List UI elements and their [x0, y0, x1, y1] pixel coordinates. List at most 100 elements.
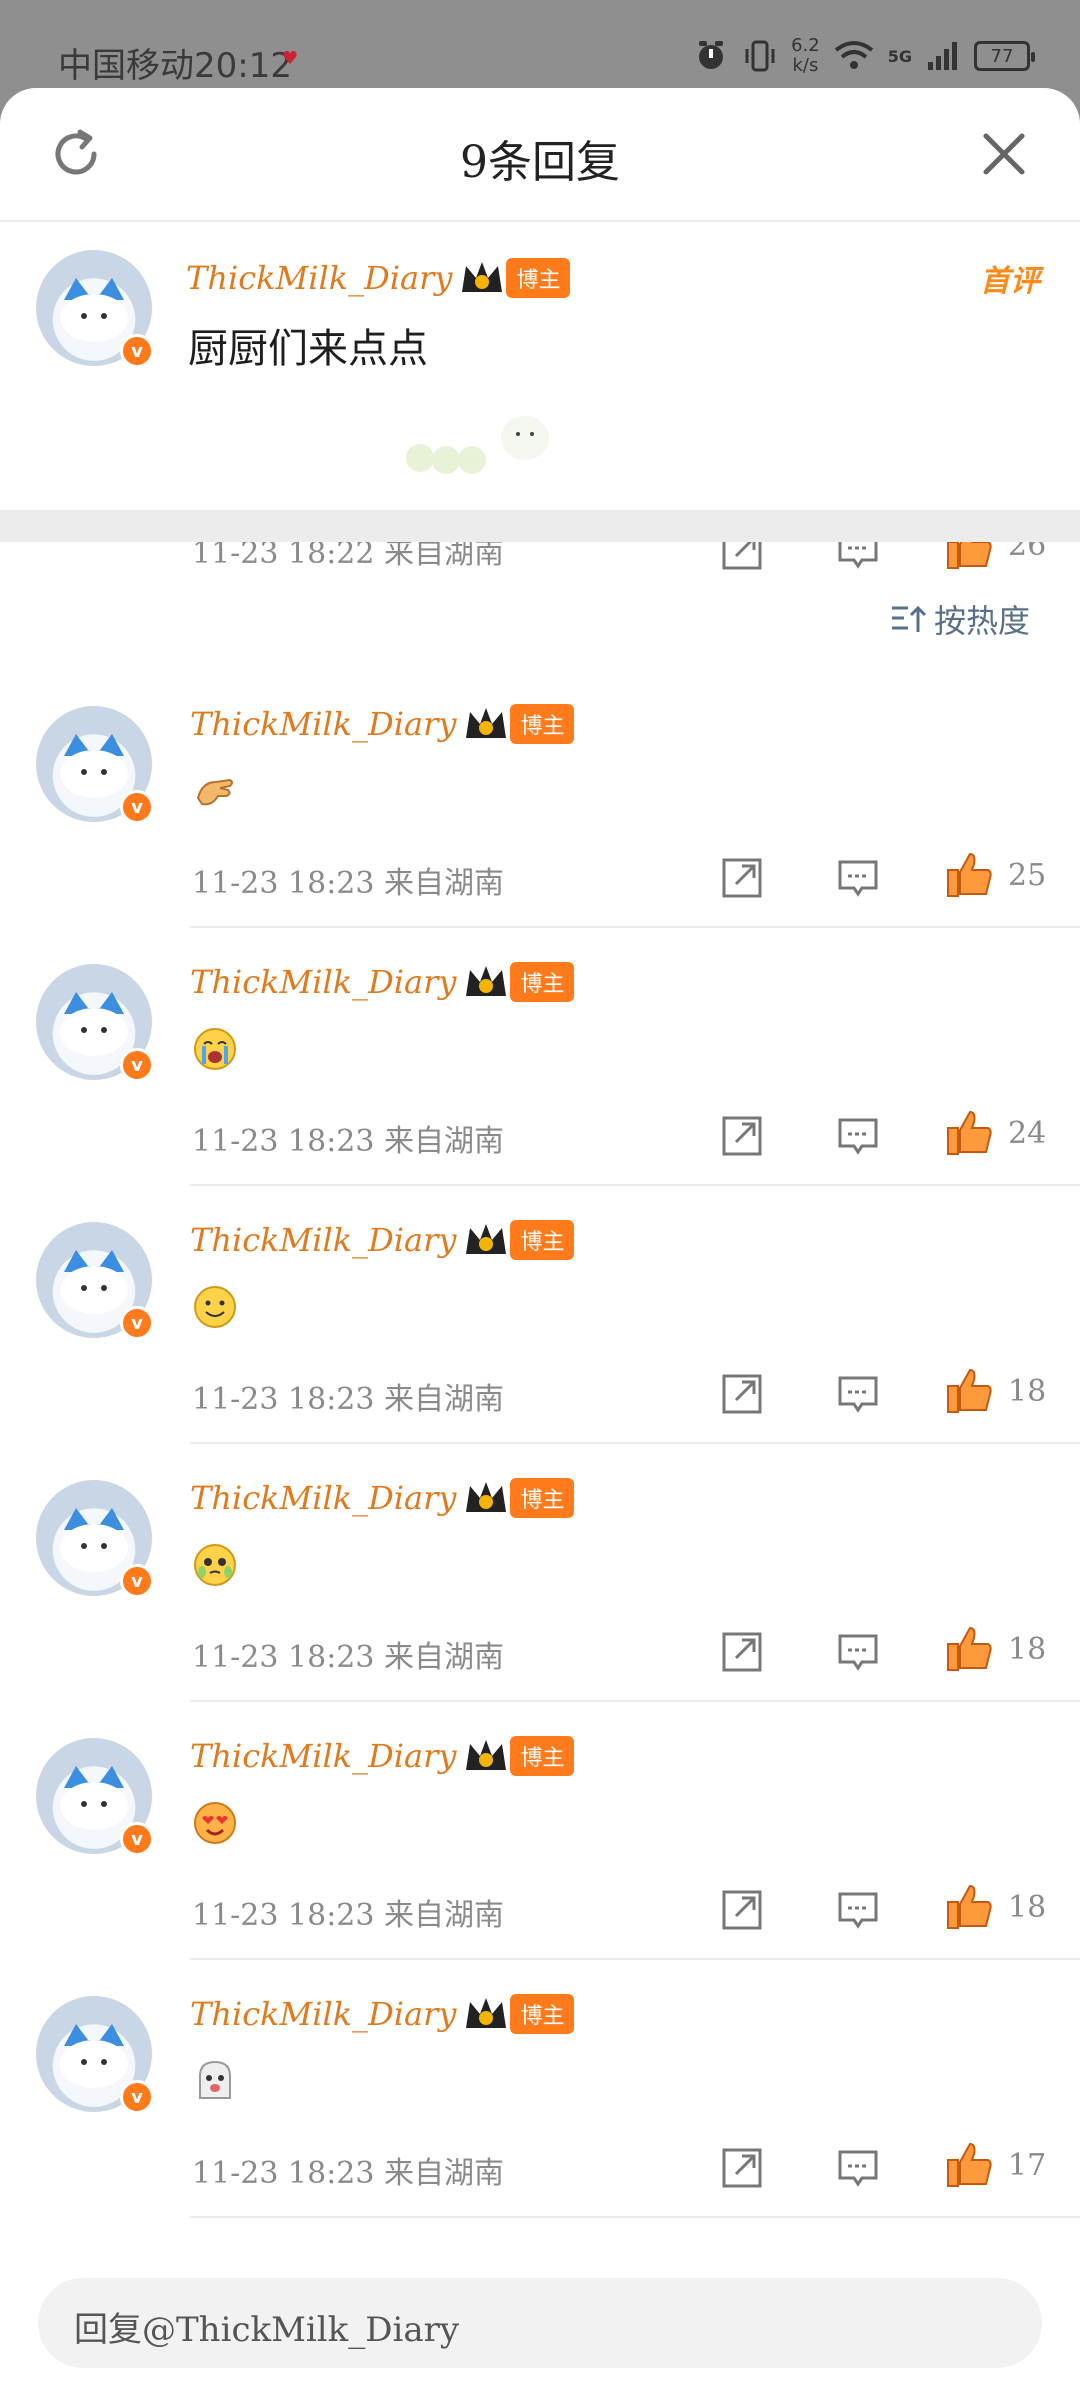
sort-button[interactable]: 按热度 [890, 596, 1030, 642]
sort-label: 按热度 [933, 602, 1030, 640]
avatar[interactable]: v [36, 1996, 154, 2114]
clapping-hand-emoji-icon [196, 778, 233, 806]
role-badge: 博主 [510, 1994, 575, 2034]
speed-value: 6.2 [791, 35, 820, 56]
row-divider [190, 2216, 1080, 2218]
network-speed: 6.2 k/s [791, 36, 820, 76]
username[interactable]: ThickMilk_Diary [190, 1221, 456, 1259]
comment-meta: 11-23 18:23 来自湖南 [192, 1898, 505, 1933]
crying-face-emoji-icon [194, 1028, 236, 1070]
share-icon[interactable] [720, 856, 764, 900]
like-icon[interactable] [944, 2140, 994, 2190]
verified-badge-icon: v [120, 1822, 154, 1856]
like-count: 25 [1008, 858, 1047, 893]
crown-icon [466, 1224, 507, 1254]
vibrate-icon [745, 40, 775, 72]
verified-badge-icon: v [120, 790, 154, 824]
like-count: 17 [1008, 2148, 1047, 2183]
row-divider [190, 926, 1080, 928]
avatar[interactable]: v [36, 250, 154, 368]
reply-input[interactable]: 回复@ThickMilk_Diary [38, 2278, 1042, 2368]
section-divider [0, 510, 1080, 542]
username[interactable]: ThickMilk_Diary [190, 705, 456, 743]
carrier-time: 中国移动20:12 [58, 46, 292, 86]
like-count: 18 [1008, 1374, 1047, 1409]
role-badge: 博主 [510, 704, 575, 744]
close-icon[interactable] [980, 130, 1028, 178]
comment-icon[interactable] [836, 1114, 880, 1158]
role-badge: 博主 [510, 1736, 575, 1776]
alarm-icon [699, 41, 724, 69]
author-row: ThickMilk_Diary 博主 [186, 258, 571, 298]
verified-badge-icon: v [120, 334, 154, 368]
share-icon[interactable] [720, 1372, 764, 1416]
role-badge: 博主 [510, 1220, 575, 1260]
avatar[interactable]: v [36, 964, 154, 1082]
username[interactable]: ThickMilk_Diary [186, 259, 452, 297]
avatar[interactable]: v [36, 706, 154, 824]
author-row: ThickMilk_Diary 博主 [190, 1478, 575, 1518]
heart-face-emoji-icon [194, 1802, 236, 1844]
crown-icon [466, 708, 507, 738]
crown-icon [466, 1740, 507, 1770]
teary-pleading-face-emoji-icon [194, 1544, 236, 1586]
comment-icon[interactable] [836, 2146, 880, 2190]
notification-icon: ♥ [282, 48, 299, 69]
share-icon[interactable] [720, 2146, 764, 2190]
share-icon[interactable] [720, 1888, 764, 1932]
replies-sheet: 9条回复 v ThickMilk_Diary 博主 首评 厨厨们来点点 11-2… [0, 88, 1080, 2388]
share-icon[interactable] [720, 1630, 764, 1674]
crown-icon [466, 966, 507, 996]
speed-unit: k/s [792, 55, 819, 76]
ghost-cat-emoji-icon [199, 2060, 231, 2099]
comment-icon[interactable] [836, 1888, 880, 1932]
sort-icon [891, 605, 926, 632]
sticker-decoration-icon [406, 416, 549, 474]
smiling-face-emoji-icon [194, 1286, 236, 1328]
reply-placeholder: 回复@ThickMilk_Diary [74, 2310, 460, 2350]
like-icon[interactable] [944, 1366, 994, 1416]
verified-badge-icon: v [120, 2080, 154, 2114]
like-icon[interactable] [944, 1882, 994, 1932]
username[interactable]: ThickMilk_Diary [190, 1995, 456, 2033]
network-type: 5G [887, 46, 912, 66]
row-divider [190, 1442, 1080, 1444]
username[interactable]: ThickMilk_Diary [190, 963, 456, 1001]
username[interactable]: ThickMilk_Diary [190, 1479, 456, 1517]
crown-icon [466, 1482, 507, 1512]
avatar[interactable]: v [36, 1738, 154, 1856]
like-icon[interactable] [944, 850, 994, 900]
row-divider [190, 1184, 1080, 1186]
comment-meta: 11-23 18:23 来自湖南 [192, 1640, 505, 1675]
author-row: ThickMilk_Diary 博主 [190, 1220, 575, 1260]
crown-icon [466, 1998, 507, 2028]
verified-badge-icon: v [120, 1306, 154, 1340]
avatar[interactable]: v [36, 1222, 154, 1340]
like-icon[interactable] [944, 1108, 994, 1158]
battery-level: 77 [990, 45, 1014, 67]
avatar[interactable]: v [36, 1480, 154, 1598]
role-badge: 博主 [506, 258, 571, 298]
author-row: ThickMilk_Diary 博主 [190, 1736, 575, 1776]
first-comment-badge: 首评 [980, 264, 1040, 299]
status-icons: 6.2 k/s 5G 77 [693, 34, 1035, 78]
comment-meta: 11-23 18:23 来自湖南 [192, 1124, 505, 1159]
username[interactable]: ThickMilk_Diary [190, 1737, 456, 1775]
share-icon[interactable] [720, 1114, 764, 1158]
author-row: ThickMilk_Diary 博主 [190, 704, 575, 744]
sheet-header: 9条回复 [0, 88, 1080, 222]
author-row: ThickMilk_Diary 博主 [190, 962, 575, 1002]
comment-icon[interactable] [836, 856, 880, 900]
comment-icon[interactable] [836, 1630, 880, 1674]
like-count: 24 [1008, 1116, 1047, 1151]
like-count: 18 [1008, 1632, 1047, 1667]
comment-meta: 11-23 18:23 来自湖南 [192, 2156, 505, 2191]
like-icon[interactable] [944, 1624, 994, 1674]
comment-meta: 11-23 18:23 来自湖南 [192, 866, 505, 901]
author-row: ThickMilk_Diary 博主 [190, 1994, 575, 2034]
comment-icon[interactable] [836, 1372, 880, 1416]
signal-icon [928, 42, 957, 70]
role-badge: 博主 [510, 1478, 575, 1518]
crown-icon [462, 262, 503, 292]
battery-icon: 77 [974, 41, 1035, 71]
